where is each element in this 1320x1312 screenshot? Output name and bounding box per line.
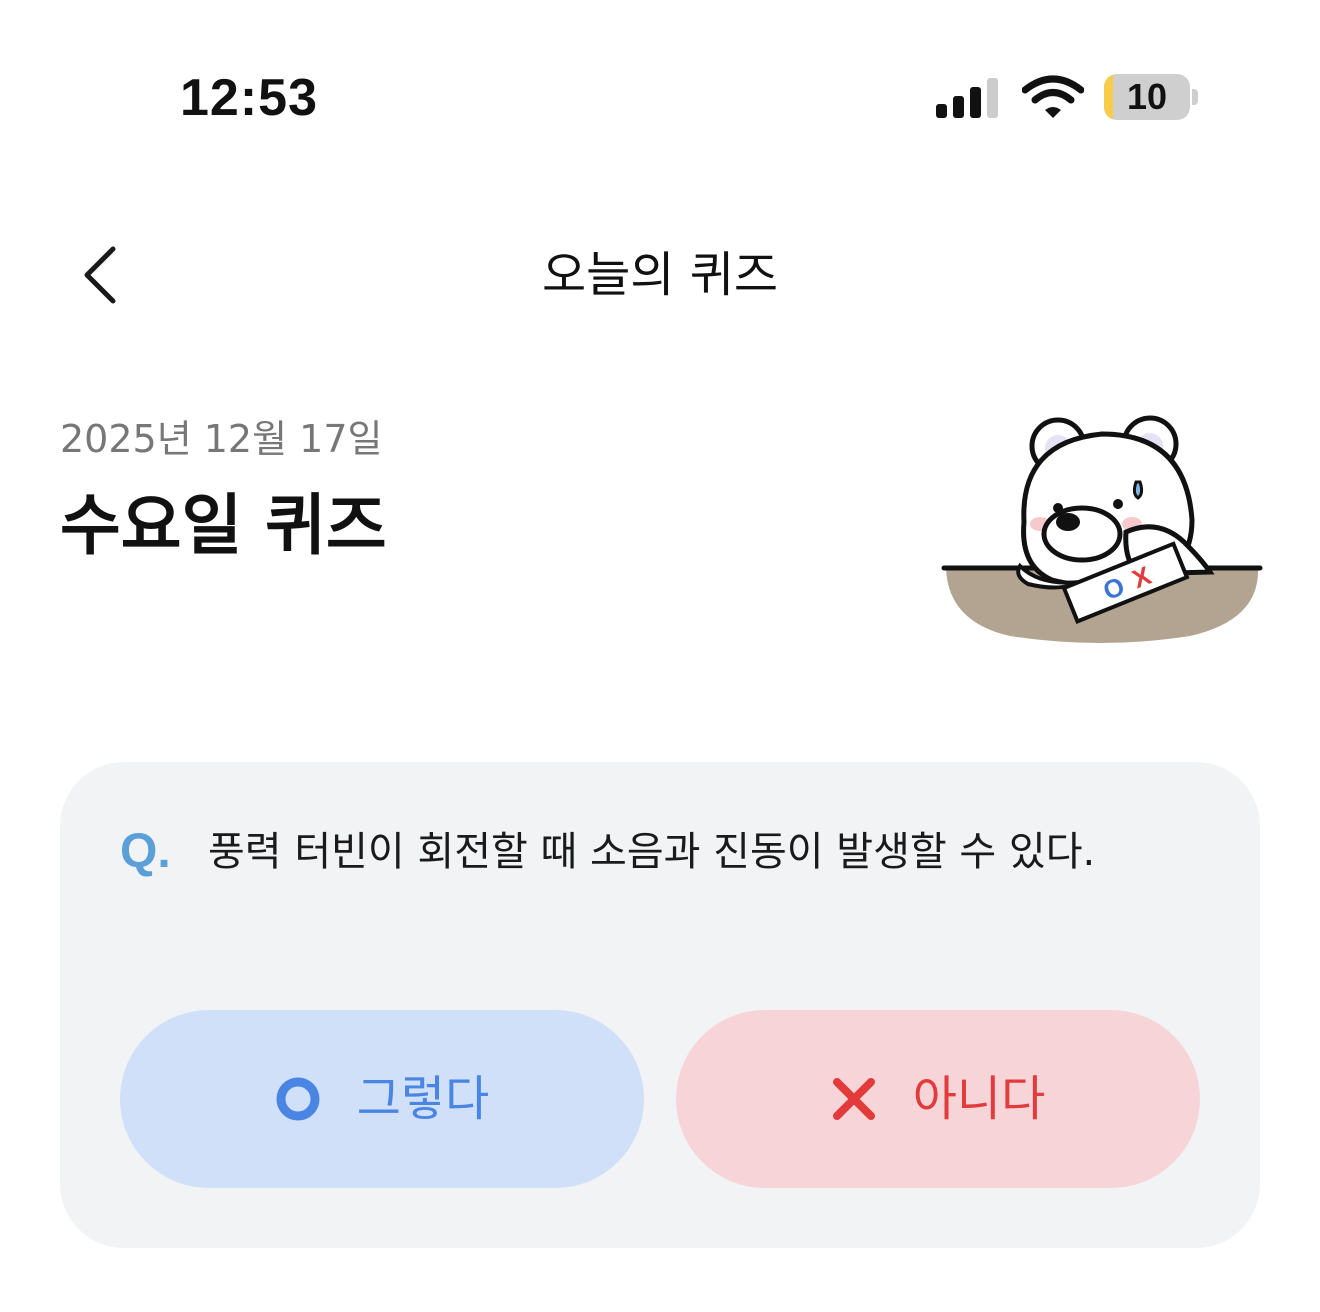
circle-o-icon xyxy=(276,1077,320,1121)
question: Q. 풍력 터빈이 회전할 때 소음과 진동이 발생할 수 있다. xyxy=(120,822,1220,882)
status-time: 12:53 xyxy=(180,69,318,127)
back-button[interactable] xyxy=(66,240,136,310)
wifi-icon xyxy=(1022,75,1084,118)
answer-no-label: 아니다 xyxy=(912,1071,1046,1127)
quiz-title: 수요일 퀴즈 xyxy=(60,487,387,564)
battery-level: 10 xyxy=(1126,76,1168,117)
question-text: 풍력 터빈이 회전할 때 소음과 진동이 발생할 수 있다. xyxy=(208,829,1096,875)
answer-yes-label: 그렇다 xyxy=(356,1071,490,1127)
nav-header: 오늘의 퀴즈 xyxy=(0,220,1320,330)
page-title: 오늘의 퀴즈 xyxy=(541,247,779,303)
answer-yes-button[interactable]: 그렇다 xyxy=(120,1010,644,1188)
chevron-left-icon xyxy=(84,246,116,304)
answer-no-button[interactable]: 아니다 xyxy=(676,1010,1200,1188)
question-prefix: Q. xyxy=(120,825,171,878)
cellular-signal-icon xyxy=(936,78,998,118)
bear-mascot-illustration: O X xyxy=(941,415,1263,643)
x-mark-icon xyxy=(832,1078,875,1120)
battery-icon: 10 xyxy=(1104,74,1200,120)
quiz-date: 2025년 12월 17일 xyxy=(60,417,383,461)
status-bar: 12:53 10 xyxy=(0,0,1320,190)
quiz-card: Q. 풍력 터빈이 회전할 때 소음과 진동이 발생할 수 있다. 그렇다 아니… xyxy=(60,762,1260,1248)
